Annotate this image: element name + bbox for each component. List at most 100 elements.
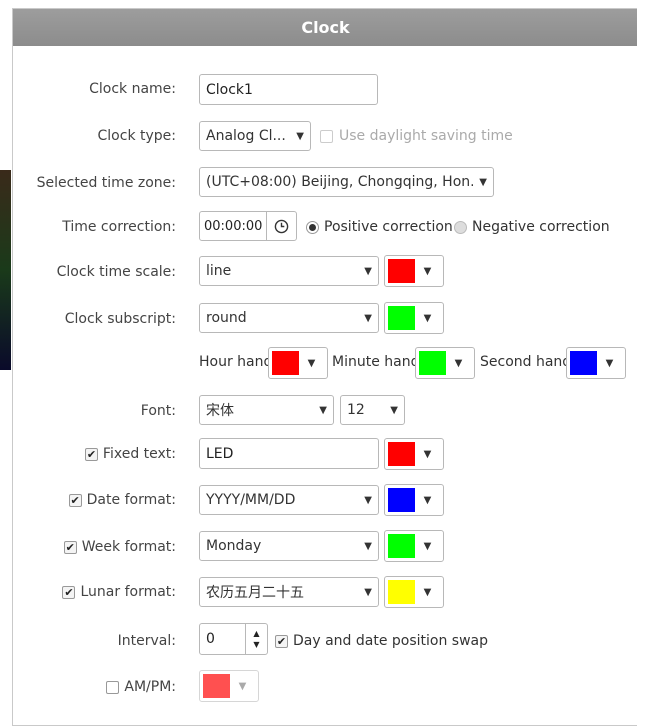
- chevron-down-icon: ▼: [423, 494, 432, 506]
- chevron-down-icon: ▼: [238, 680, 247, 692]
- daylight-saving-option[interactable]: Use daylight saving time: [320, 128, 513, 144]
- lunar-format-color-picker[interactable]: ▼: [384, 576, 444, 608]
- date-format-checkbox[interactable]: ✔: [68, 493, 82, 507]
- ampm-color-picker[interactable]: ▼: [199, 670, 259, 702]
- week-format-label: Week format:: [81, 539, 176, 555]
- chevron-down-icon: ▼: [364, 540, 372, 552]
- clock-dialog: Clock Clock name: Clock1 Clock type: Ana…: [12, 8, 639, 726]
- chevron-down-icon: ▼: [307, 357, 316, 369]
- chevron-down-icon: ▼: [423, 586, 432, 598]
- interval-value: 0: [206, 631, 215, 647]
- color-swatch: [388, 442, 415, 466]
- background-right: [637, 0, 645, 726]
- time-scale-value: line: [206, 263, 232, 279]
- chevron-down-icon: ▼: [364, 312, 372, 324]
- dialog-title: Clock: [13, 9, 638, 46]
- color-swatch: [388, 534, 415, 558]
- positive-correction-radio[interactable]: [306, 220, 319, 234]
- time-scale-color-picker[interactable]: ▼: [384, 255, 444, 287]
- subscript-color-picker[interactable]: ▼: [384, 302, 444, 334]
- chevron-down-icon: ▼: [454, 357, 463, 369]
- spin-up-icon[interactable]: ▲: [253, 628, 259, 639]
- chevron-down-icon: ▼: [296, 130, 304, 142]
- lunar-format-checkbox[interactable]: ✔: [62, 585, 76, 599]
- clock-name-label: Clock name:: [89, 81, 176, 97]
- date-format-label: Date format:: [86, 492, 176, 508]
- font-size-select[interactable]: 12 ▼: [340, 395, 405, 425]
- negative-correction-label: Negative correction: [472, 219, 610, 235]
- lunar-format-option[interactable]: ✔ Lunar format:: [13, 584, 176, 600]
- week-format-option[interactable]: ✔ Week format:: [13, 539, 176, 555]
- chevron-down-icon: ▼: [319, 404, 327, 416]
- clock-type-select[interactable]: Analog Cl... ▼: [199, 121, 311, 151]
- date-format-color-picker[interactable]: ▼: [384, 484, 444, 516]
- date-format-value: YYYY/MM/DD: [206, 492, 296, 508]
- week-format-value: Monday: [206, 538, 262, 554]
- negative-correction-option[interactable]: Negative correction: [454, 219, 610, 235]
- chevron-down-icon: ▼: [423, 265, 432, 277]
- color-swatch: [388, 259, 415, 283]
- ampm-option[interactable]: AM/PM:: [13, 679, 176, 695]
- clock-type-value: Analog Cl...: [206, 128, 286, 144]
- fixed-text-color-picker[interactable]: ▼: [384, 438, 444, 470]
- interval-spinner[interactable]: 0 ▲ ▼: [199, 623, 268, 655]
- font-size-value: 12: [347, 402, 365, 418]
- week-format-select[interactable]: Monday ▼: [199, 531, 379, 561]
- clock-type-label: Clock type:: [97, 128, 176, 144]
- date-format-select[interactable]: YYYY/MM/DD ▼: [199, 485, 379, 515]
- fixed-text-label: Fixed text:: [102, 446, 176, 462]
- fixed-text-checkbox[interactable]: ✔: [84, 447, 98, 461]
- time-zone-select[interactable]: (UTC+08:00) Beijing, Chongqing, Hon... ▼: [199, 167, 494, 197]
- date-format-option[interactable]: ✔ Date format:: [13, 492, 176, 508]
- font-family-select[interactable]: 宋体 ▼: [199, 395, 334, 425]
- font-family-value: 宋体: [206, 403, 234, 419]
- positive-correction-option[interactable]: Positive correction: [306, 219, 453, 235]
- lunar-format-value: 农历五月二十五: [206, 585, 304, 601]
- week-format-color-picker[interactable]: ▼: [384, 530, 444, 562]
- daylight-saving-label: Use daylight saving time: [339, 128, 513, 144]
- spin-down-icon[interactable]: ▼: [253, 639, 259, 650]
- chevron-down-icon: ▼: [390, 404, 398, 416]
- fixed-text-option[interactable]: ✔ Fixed text:: [13, 446, 176, 462]
- time-scale-label: Clock time scale:: [56, 264, 176, 280]
- chevron-down-icon: ▼: [423, 448, 432, 460]
- chevron-down-icon: ▼: [364, 265, 372, 277]
- position-swap-option[interactable]: ✔ Day and date position swap: [275, 633, 488, 649]
- position-swap-checkbox[interactable]: ✔: [275, 634, 288, 648]
- second-hand-label: Second hand: [480, 354, 572, 370]
- time-zone-label: Selected time zone:: [36, 175, 176, 191]
- time-correction-value: 00:00:00: [200, 212, 268, 240]
- fixed-text-input[interactable]: LED: [199, 438, 379, 469]
- color-swatch: [388, 306, 415, 330]
- ampm-label: AM/PM:: [124, 679, 176, 695]
- daylight-saving-checkbox[interactable]: [320, 129, 333, 143]
- chevron-down-icon: ▼: [364, 586, 372, 598]
- color-swatch: [419, 351, 446, 375]
- color-swatch: [203, 674, 230, 698]
- time-correction-input[interactable]: 00:00:00: [199, 211, 297, 241]
- lunar-format-select[interactable]: 农历五月二十五 ▼: [199, 577, 379, 607]
- font-label: Font:: [140, 403, 176, 419]
- color-swatch: [388, 580, 415, 604]
- minute-hand-color-picker[interactable]: ▼: [415, 347, 475, 379]
- time-zone-value: (UTC+08:00) Beijing, Chongqing, Hon...: [206, 174, 474, 190]
- clock-icon[interactable]: [267, 219, 296, 234]
- subscript-value: round: [206, 310, 247, 326]
- chevron-down-icon: ▼: [423, 540, 432, 552]
- second-hand-color-picker[interactable]: ▼: [566, 347, 626, 379]
- time-correction-label: Time correction:: [62, 219, 176, 235]
- color-swatch: [570, 351, 597, 375]
- lunar-format-label: Lunar format:: [80, 584, 176, 600]
- color-swatch: [388, 488, 415, 512]
- chevron-down-icon: ▼: [605, 357, 614, 369]
- subscript-select[interactable]: round ▼: [199, 303, 379, 333]
- subscript-label: Clock subscript:: [64, 311, 176, 327]
- ampm-checkbox[interactable]: [106, 680, 120, 694]
- time-scale-select[interactable]: line ▼: [199, 256, 379, 286]
- week-format-checkbox[interactable]: ✔: [63, 540, 77, 554]
- position-swap-label: Day and date position swap: [293, 633, 489, 649]
- background-left: [0, 0, 12, 726]
- hour-hand-color-picker[interactable]: ▼: [268, 347, 328, 379]
- negative-correction-radio[interactable]: [454, 220, 467, 234]
- clock-name-input[interactable]: Clock1: [199, 74, 378, 105]
